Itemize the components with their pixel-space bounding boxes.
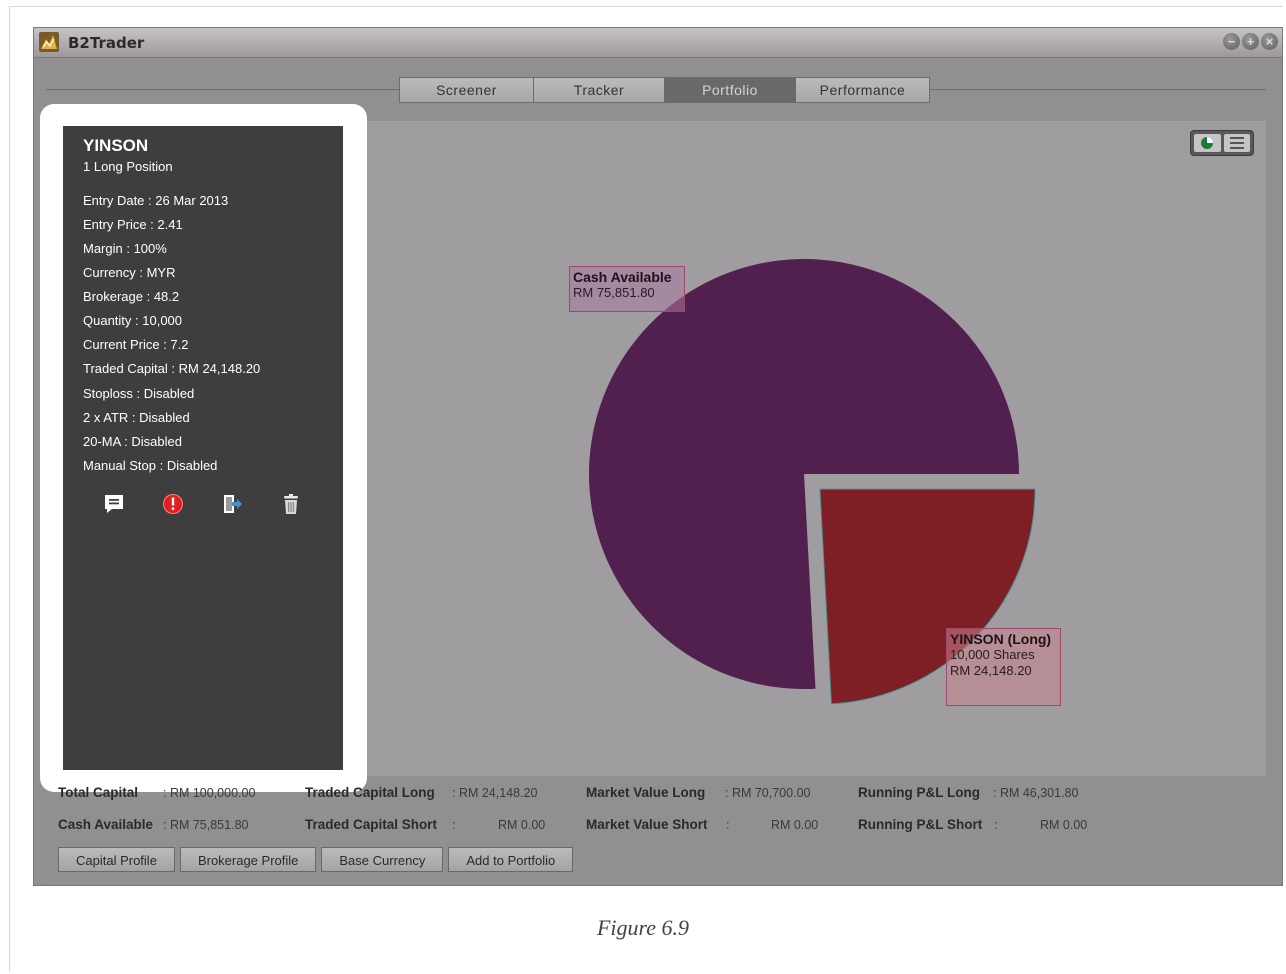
mv-long-label: Market Value Long [586,785,706,800]
traded-short-label: Traded Capital Short [305,817,438,832]
detail-currency: Currency : MYR [83,265,176,280]
minimize-icon[interactable]: − [1223,33,1240,50]
tab-performance[interactable]: Performance [795,77,930,103]
pnl-short-value: RM 0.00 [1040,818,1088,832]
cash-available-value: : RM 75,851.80 [163,818,249,832]
detail-traded-capital: Traded Capital : RM 24,148.20 [83,361,261,376]
callout-cash-available: Cash Available RM 75,851.80 [569,266,685,312]
traded-long-label: Traded Capital Long [305,785,435,800]
tab-tracker[interactable]: Tracker [533,77,665,103]
traded-short-value: RM 0.00 [498,818,546,832]
detail-manual-stop: Manual Stop : Disabled [83,458,218,473]
exit-icon[interactable] [220,492,244,516]
detail-margin: Margin : 100% [83,241,167,256]
tab-rule-left [46,89,400,90]
pie-view-button[interactable] [1194,134,1221,152]
pie-chart-icon [1201,137,1214,149]
callout-yinson: YINSON (Long) 10,000 Shares RM 24,148.20 [946,628,1061,706]
tab-rule-right [927,89,1266,90]
callout-yinson-shares: 10,000 Shares [950,647,1035,662]
base-currency-button[interactable]: Base Currency [321,847,444,872]
comment-icon[interactable] [102,492,126,516]
view-toggle [1190,130,1254,156]
traded-short-sep: : [452,818,456,832]
title-bar: B2Trader − + × [34,28,1282,58]
mv-short-value: RM 0.00 [771,818,819,832]
app-title: B2Trader [68,34,145,52]
tab-portfolio[interactable]: Portfolio [664,77,796,103]
mv-short-label: Market Value Short [586,817,708,832]
capital-profile-button[interactable]: Capital Profile [58,847,175,872]
close-icon[interactable]: × [1261,33,1278,50]
list-view-button[interactable] [1223,134,1250,152]
total-capital-value: : RM 100,000.00 [163,786,256,800]
detail-current-price: Current Price : 7.2 [83,337,189,352]
detail-20ma: 20-MA : Disabled [83,434,182,449]
add-to-portfolio-button[interactable]: Add to Portfolio [448,847,574,872]
detail-stoploss: Stoploss : Disabled [83,386,195,401]
position-subtitle: 1 Long Position [83,159,173,174]
pnl-long-label: Running P&L Long [858,785,980,800]
tab-screener[interactable]: Screener [399,77,534,103]
callout-yinson-value: RM 24,148.20 [950,663,1032,678]
figure-caption: Figure 6.9 [596,915,690,940]
cash-available-label: Cash Available [58,817,154,832]
position-symbol: YINSON [83,136,149,155]
window-controls: − + × [1223,33,1278,50]
detail-atr: 2 x ATR : Disabled [83,410,190,425]
pnl-short-label: Running P&L Short [858,817,983,832]
detail-entry-price: Entry Price : 2.41 [83,217,183,232]
alert-icon[interactable] [161,492,185,516]
callout-cash-value: RM 75,851.80 [573,285,655,300]
maximize-icon[interactable]: + [1242,33,1259,50]
pnl-short-sep: : [994,818,998,832]
mv-long-value: : RM 70,700.00 [725,786,811,800]
brokerage-profile-button[interactable]: Brokerage Profile [179,847,317,872]
trash-icon[interactable] [279,492,303,516]
traded-long-value: : RM 24,148.20 [452,786,538,800]
tab-bar: Screener Tracker Portfolio Performance [399,77,930,103]
position-panel: YINSON 1 Long Position Entry Date : 26 M… [63,126,343,770]
detail-brokerage: Brokerage : 48.2 [83,289,180,304]
total-capital-label: Total Capital [58,785,139,800]
app-logo-icon [39,32,59,52]
mv-short-sep: : [726,818,730,832]
detail-entry-date: Entry Date : 26 Mar 2013 [83,193,229,208]
pnl-long-value: : RM 46,301.80 [993,786,1079,800]
callout-yinson-title: YINSON (Long) [950,631,1052,647]
list-icon [1229,137,1244,149]
callout-cash-title: Cash Available [573,269,672,285]
portfolio-button-bar: Capital Profile Brokerage Profile Base C… [58,847,574,872]
detail-quantity: Quantity : 10,000 [83,313,183,328]
